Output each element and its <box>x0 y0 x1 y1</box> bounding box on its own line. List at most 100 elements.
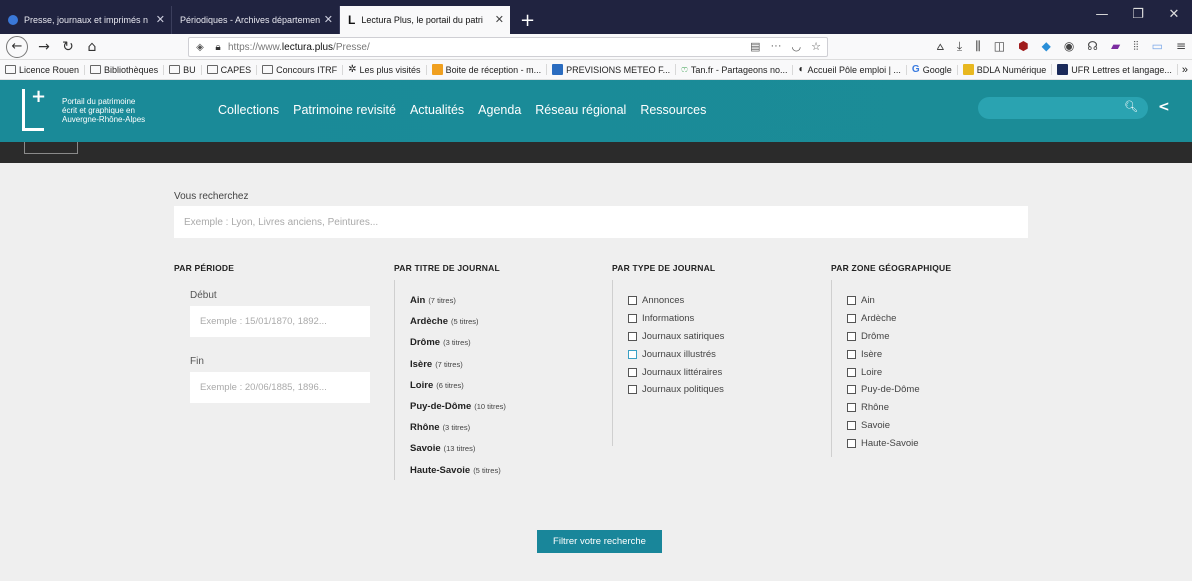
checkbox[interactable] <box>847 403 856 413</box>
list-item[interactable]: Puy-de-Dôme (10 titres) <box>410 401 506 422</box>
extension-badge-icon[interactable]: ▰ <box>1111 39 1120 54</box>
zone-checkbox-item[interactable]: Ain <box>847 292 920 310</box>
nav-reseau-regional[interactable]: Réseau régional <box>535 103 626 117</box>
restore-icon[interactable]: ❐ <box>1120 7 1156 22</box>
extension-doc-icon[interactable]: ▭ <box>1152 39 1163 54</box>
extension-grid-icon[interactable]: ⦙⦙ <box>1133 39 1138 54</box>
bookmark-item[interactable]: Concours ITRF <box>257 64 344 75</box>
checkbox[interactable] <box>628 367 637 377</box>
list-item[interactable]: Loire (6 titres) <box>410 380 506 401</box>
zone-checkbox-item[interactable]: Drôme <box>847 328 920 346</box>
account-icon[interactable]: ◉ <box>1064 39 1074 54</box>
checkbox[interactable] <box>847 438 856 448</box>
shield-icon[interactable]: ◈ <box>189 42 211 53</box>
back-button[interactable]: ← <box>6 35 28 58</box>
type-checkbox-item[interactable]: Informations <box>628 310 724 328</box>
filter-search-button[interactable]: Filtrer votre recherche <box>537 530 662 553</box>
type-checkbox-item[interactable]: Journaux illustrés <box>628 345 724 363</box>
bookmark-star-icon[interactable]: ☆ <box>811 40 821 53</box>
minimize-icon[interactable]: — <box>1084 7 1120 22</box>
type-checkbox-item[interactable]: Journaux littéraires <box>628 363 724 381</box>
bookmark-item[interactable]: G Google <box>907 64 958 75</box>
checkbox[interactable] <box>847 420 856 430</box>
checkbox[interactable] <box>628 314 637 324</box>
main-search-input[interactable] <box>174 206 1028 238</box>
nav-ressources[interactable]: Ressources <box>640 103 706 117</box>
checkbox[interactable] <box>628 349 637 359</box>
tab-periodiques[interactable]: Périodiques - Archives départemen ✕ <box>172 6 340 34</box>
nav-actualites[interactable]: Actualités <box>410 103 464 117</box>
bookmark-item[interactable]: ✲ Les plus visités <box>343 64 427 75</box>
sidebar-icon[interactable]: ◫ <box>994 39 1005 54</box>
nav-agenda[interactable]: Agenda <box>478 103 521 117</box>
checkbox[interactable] <box>847 385 856 395</box>
reload-button[interactable]: ↻ <box>56 39 80 55</box>
chevron-more-icon[interactable]: » <box>1182 64 1188 76</box>
bookmark-item[interactable]: BDLA Numérique <box>958 64 1053 75</box>
zone-checkbox-item[interactable]: Rhône <box>847 399 920 417</box>
more-actions-icon[interactable]: ··· <box>771 40 782 53</box>
extension-drop-icon[interactable]: ◆ <box>1042 39 1051 54</box>
zone-checkbox-item[interactable]: Ardèche <box>847 310 920 328</box>
checkbox[interactable] <box>847 314 856 324</box>
bookmark-item[interactable]: ෆ Tan.fr - Partageons no... <box>676 64 794 75</box>
reader-view-icon[interactable]: ▤ <box>750 40 760 53</box>
zone-checkbox-item[interactable]: Isère <box>847 345 920 363</box>
download-icon[interactable]: ⤓ <box>957 39 962 54</box>
nav-patrimoine-revisite[interactable]: Patrimoine revisité <box>293 103 396 117</box>
bookmark-item[interactable]: BU <box>164 64 202 75</box>
list-item[interactable]: Ain (7 titres) <box>410 295 506 316</box>
bookmark-item[interactable]: Licence Rouen <box>0 64 86 75</box>
zone-checkbox-item[interactable]: Haute-Savoie <box>847 434 920 452</box>
list-item[interactable]: Ardèche (5 titres) <box>410 316 506 337</box>
zone-checkbox-item[interactable]: Savoie <box>847 417 920 435</box>
checkbox[interactable] <box>847 296 856 306</box>
translate-icon[interactable]: ⩟ <box>937 39 944 54</box>
checkbox[interactable] <box>847 331 856 341</box>
pocket-icon[interactable]: ◡ <box>792 40 802 53</box>
list-item[interactable]: Isère (7 titres) <box>410 359 506 380</box>
end-date-input[interactable] <box>190 372 370 403</box>
bookmark-item[interactable]: CAPES <box>202 64 258 75</box>
ublock-icon[interactable]: ⬢ <box>1018 39 1028 54</box>
close-icon[interactable]: ✕ <box>495 13 504 26</box>
close-window-icon[interactable]: ✕ <box>1156 7 1192 22</box>
bookmark-item[interactable]: Boite de réception - m... <box>427 64 548 75</box>
zone-checkbox-item[interactable]: Loire <box>847 363 920 381</box>
list-item[interactable]: Rhône (3 titres) <box>410 422 506 443</box>
home-button[interactable]: ⌂ <box>80 39 104 55</box>
extension-icon[interactable]: ☊ <box>1087 39 1098 54</box>
nav-collections[interactable]: Collections <box>218 103 279 117</box>
checkbox[interactable] <box>628 331 637 341</box>
zone-checkbox-item[interactable]: Puy-de-Dôme <box>847 381 920 399</box>
type-checkbox-item[interactable]: Journaux satiriques <box>628 328 724 346</box>
lectura-logo[interactable]: + <box>22 88 48 131</box>
start-date-input[interactable] <box>190 306 370 337</box>
lock-icon[interactable]: 🔒︎ <box>211 42 225 53</box>
bookmark-item[interactable]: PREVISIONS METEO F... <box>547 64 677 75</box>
close-icon[interactable]: ✕ <box>156 13 165 26</box>
checkbox[interactable] <box>847 367 856 377</box>
search-icon[interactable]: 🔍︎ <box>1124 100 1138 113</box>
url-bar[interactable]: ◈ 🔒︎ https://www.lectura.plus/Presse/ ▤ … <box>188 37 828 57</box>
menu-icon[interactable]: ≡ <box>1176 39 1186 54</box>
close-icon[interactable]: ✕ <box>324 13 333 26</box>
bookmark-item[interactable]: Bibliothèques <box>85 64 165 75</box>
tab-presse[interactable]: Presse, journaux et imprimés n ✕ <box>0 6 172 34</box>
checkbox[interactable] <box>628 385 637 395</box>
type-checkbox-item[interactable]: Annonces <box>628 292 724 310</box>
library-icon[interactable]: ⫼ <box>975 39 981 54</box>
share-icon[interactable]: < <box>1158 99 1170 115</box>
checkbox[interactable] <box>847 349 856 359</box>
type-checkbox-item[interactable]: Journaux politiques <box>628 381 724 399</box>
tab-lectura[interactable]: L Lectura Plus, le portail du patri ✕ <box>340 6 510 34</box>
bookmark-item[interactable]: ◐ Accueil Pôle emploi | ... <box>793 64 907 75</box>
list-item[interactable]: Haute-Savoie (5 titres) <box>410 465 506 486</box>
forward-button[interactable]: → <box>32 39 56 55</box>
new-tab-button[interactable]: + <box>510 6 545 34</box>
list-item[interactable]: Savoie (13 titres) <box>410 443 506 464</box>
site-search-input[interactable]: 🔍︎ <box>978 97 1148 119</box>
bookmark-item[interactable]: UFR Lettres et langage... <box>1052 64 1178 75</box>
list-item[interactable]: Drôme (3 titres) <box>410 337 506 358</box>
checkbox[interactable] <box>628 296 637 306</box>
